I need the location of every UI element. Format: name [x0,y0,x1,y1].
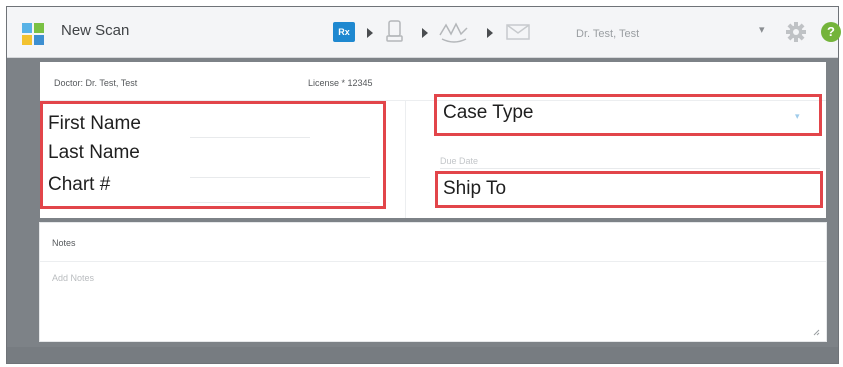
resize-handle-icon[interactable] [813,329,820,336]
doctor-select[interactable]: Dr. Test, Test [576,28,639,40]
case-type-select[interactable]: Case Type [443,102,533,124]
settings-button[interactable] [785,21,807,48]
view-icon [439,22,468,43]
license-label: License * 12345 [308,78,373,88]
doctor-label: Doctor: Dr. Test, Test [54,78,138,88]
rx-icon: Rx [338,27,350,37]
app-title: New Scan [61,22,130,39]
scan-step-button[interactable] [384,19,406,45]
due-date-field[interactable] [440,168,820,169]
app-logo-icon [22,23,44,45]
chevron-down-icon[interactable]: ▾ [759,23,765,36]
first-name-label: First Name [48,113,141,134]
last-name-label: Last Name [48,142,140,163]
divider [405,100,406,218]
bottom-strip [7,347,838,363]
due-date-label: Due Date [440,156,479,166]
notes-header: Notes [40,223,826,262]
rx-step-button[interactable]: Rx [333,22,355,42]
step-arrow-icon [367,28,373,38]
view-step-button[interactable] [438,19,470,45]
gear-icon [786,22,806,42]
send-icon [506,24,530,40]
send-step-button[interactable] [505,19,531,45]
notes-panel: Notes Add Notes [40,223,826,341]
ship-to-select[interactable]: Ship To [443,178,506,200]
step-arrow-icon [422,28,428,38]
scan-icon [386,20,403,42]
chart-number-label: Chart # [48,174,111,195]
notes-label: Notes [52,238,76,248]
notes-input[interactable]: Add Notes [52,273,94,283]
chevron-down-icon[interactable]: ▾ [795,111,800,122]
help-button[interactable]: ? [821,22,841,42]
top-bar: New Scan Rx Dr. Test, Test ▾ ? [7,7,841,58]
step-arrow-icon [487,28,493,38]
